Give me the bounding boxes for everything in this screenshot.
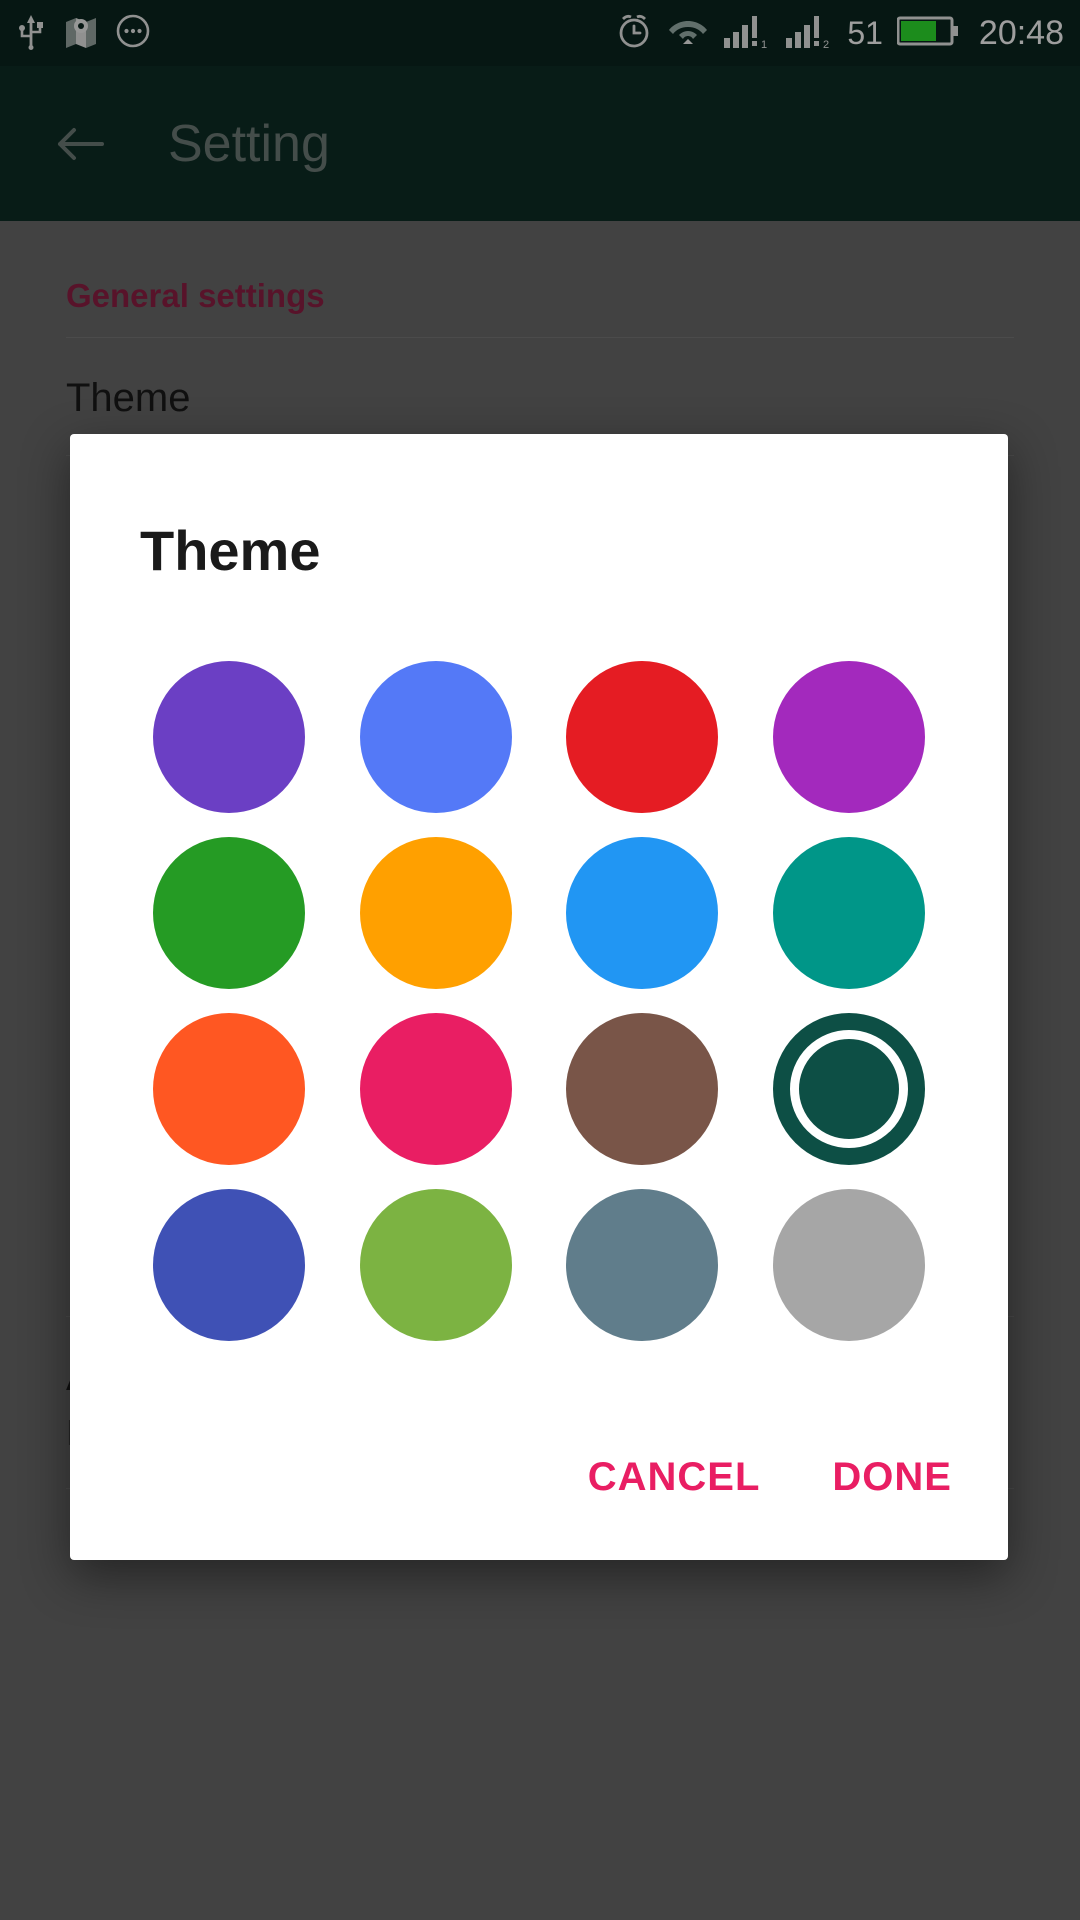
- swatch-indigo[interactable]: [153, 1189, 306, 1341]
- swatch-red[interactable]: [566, 661, 719, 813]
- dialog-action-bar: CANCEL DONE: [578, 1441, 962, 1514]
- swatch-deep-orange[interactable]: [153, 1013, 306, 1165]
- done-button[interactable]: DONE: [822, 1441, 962, 1514]
- cancel-button[interactable]: CANCEL: [578, 1441, 771, 1514]
- swatch-blue-grey[interactable]: [566, 1189, 719, 1341]
- swatch-dark-teal[interactable]: [772, 1013, 925, 1165]
- swatch-grey[interactable]: [772, 1189, 925, 1341]
- swatch-green[interactable]: [153, 837, 306, 989]
- android-screen: 1 2 51 20:48 Setting General settings Th…: [0, 0, 1080, 1920]
- swatch-pink[interactable]: [359, 1013, 512, 1165]
- swatch-teal[interactable]: [772, 837, 925, 989]
- swatch-magenta-purple[interactable]: [772, 661, 925, 813]
- swatch-cornflower-blue[interactable]: [359, 661, 512, 813]
- theme-dialog: Theme CANCEL DONE: [70, 434, 1008, 1560]
- swatch-light-blue[interactable]: [566, 837, 719, 989]
- swatch-light-green[interactable]: [359, 1189, 512, 1341]
- dialog-title: Theme: [140, 519, 321, 582]
- swatch-brown[interactable]: [566, 1013, 719, 1165]
- theme-color-grid: [70, 649, 1008, 1353]
- swatch-deep-purple[interactable]: [153, 661, 306, 813]
- swatch-orange[interactable]: [359, 837, 512, 989]
